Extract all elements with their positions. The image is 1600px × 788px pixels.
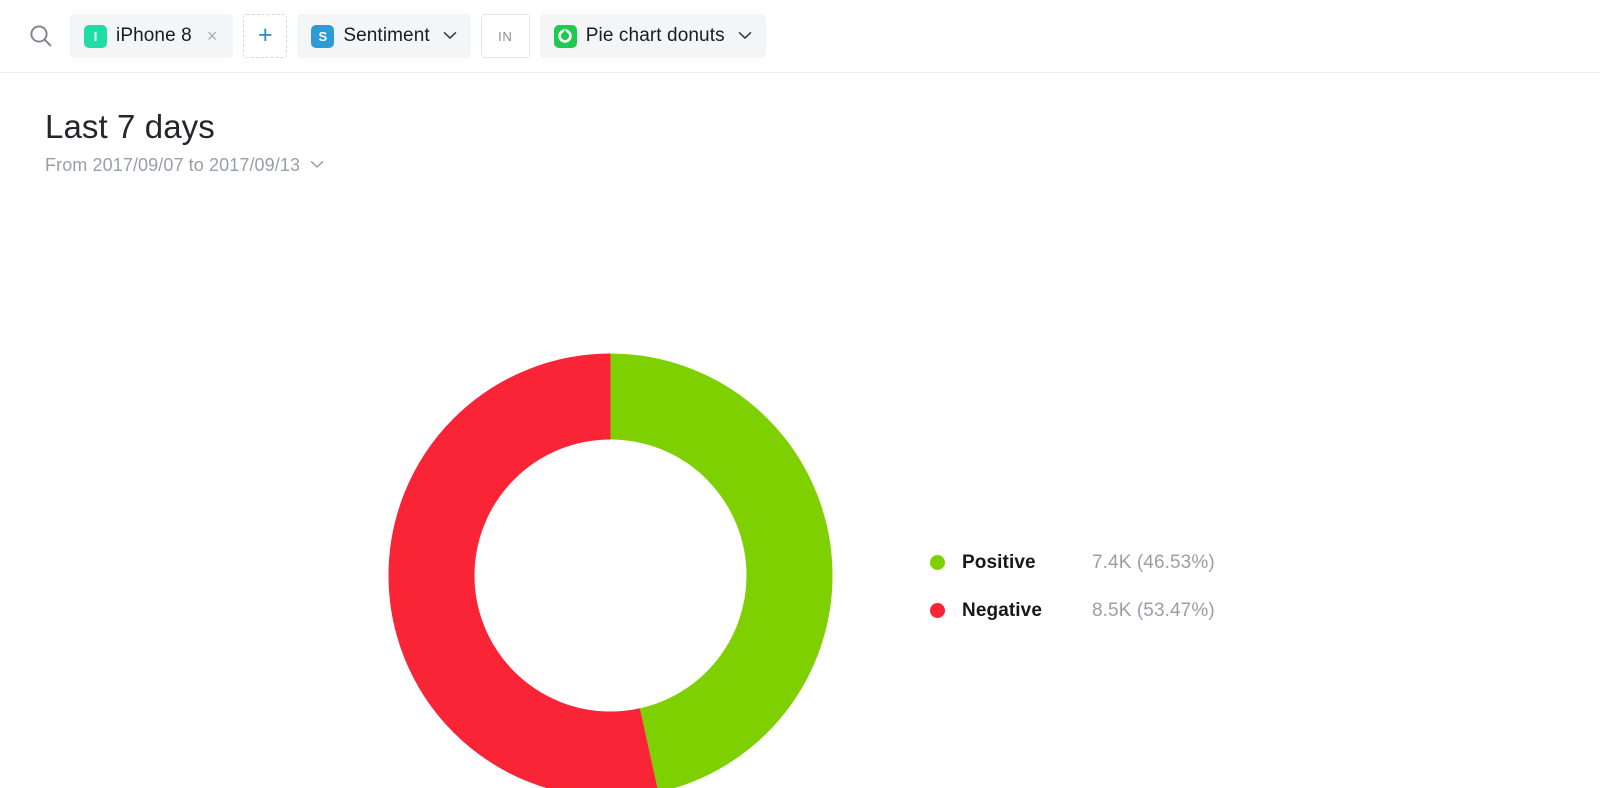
page-title: Last 7 days bbox=[45, 108, 215, 145]
legend-value-positive: 7.4K (46.53%) bbox=[1092, 551, 1215, 573]
chip-keyword[interactable]: I iPhone 8 × bbox=[70, 14, 234, 58]
chip-keyword-remove-icon[interactable]: × bbox=[201, 27, 220, 45]
chip-keyword-label: iPhone 8 bbox=[116, 25, 192, 46]
legend-color-swatch-positive bbox=[930, 555, 945, 571]
chip-sentiment-label: Sentiment bbox=[343, 25, 430, 46]
legend-item-negative[interactable]: Negative 8.5K (53.47%) bbox=[930, 587, 1215, 635]
legend-color-swatch-negative bbox=[930, 603, 945, 619]
add-filter-button[interactable]: + bbox=[243, 14, 288, 58]
search-icon[interactable] bbox=[22, 17, 60, 55]
date-range-label: From 2017/09/07 to 2017/09/13 bbox=[45, 154, 301, 175]
chart-legend: Positive 7.4K (46.53%) Negative 8.5K (53… bbox=[930, 539, 1215, 635]
chevron-down-icon bbox=[310, 156, 324, 174]
operator-in-button[interactable]: IN bbox=[480, 14, 530, 58]
donut-chart bbox=[388, 353, 833, 788]
date-range-selector[interactable]: From 2017/09/07 to 2017/09/13 bbox=[45, 155, 324, 176]
legend-label-negative: Negative bbox=[962, 599, 1043, 621]
legend-label-positive: Positive bbox=[962, 551, 1036, 573]
legend-value-negative: 8.5K (53.47%) bbox=[1092, 599, 1215, 621]
chart-area: Positive 7.4K (46.53%) Negative 8.5K (53… bbox=[0, 176, 1600, 788]
chevron-down-icon[interactable] bbox=[443, 27, 457, 45]
page-heading: Last 7 days From 2017/09/07 to 2017/09/1… bbox=[0, 73, 1600, 176]
chip-chart-type[interactable]: Pie chart donuts bbox=[539, 14, 766, 58]
chevron-down-icon[interactable] bbox=[738, 27, 752, 45]
chip-chart-type-label: Pie chart donuts bbox=[585, 25, 725, 46]
chip-sentiment[interactable]: S Sentiment bbox=[297, 14, 471, 58]
donut-chart-svg bbox=[388, 353, 833, 788]
plus-icon: + bbox=[258, 20, 273, 49]
legend-item-positive[interactable]: Positive 7.4K (46.53%) bbox=[930, 539, 1215, 587]
keyword-badge-icon: I bbox=[84, 24, 107, 48]
sentiment-badge-icon: S bbox=[311, 24, 335, 48]
donut-icon bbox=[553, 24, 577, 48]
query-toolbar: I iPhone 8 × + S Sentiment IN Pie chart … bbox=[0, 0, 1600, 73]
